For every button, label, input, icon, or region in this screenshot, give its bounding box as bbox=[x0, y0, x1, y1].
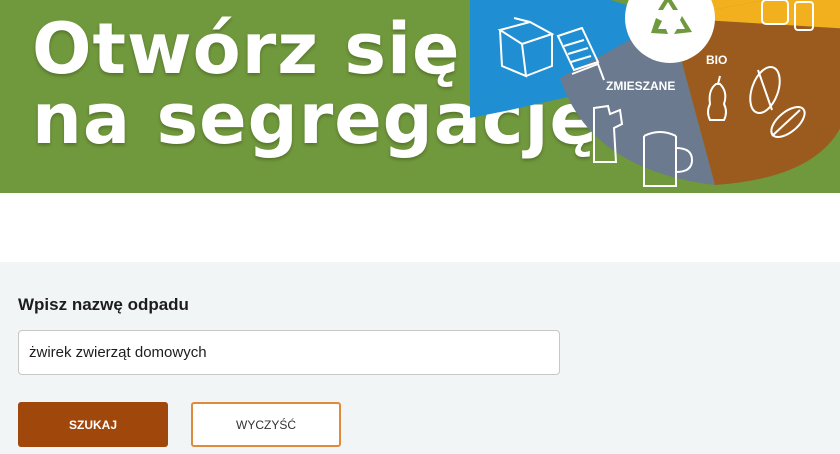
bio-label: BIO bbox=[706, 53, 727, 67]
search-input[interactable] bbox=[18, 330, 560, 375]
hero-banner: Otwórz się na segregację! ZMIESZANE BIO bbox=[0, 0, 840, 193]
search-form: Wpisz nazwę odpadu SZUKAJ WYCZYŚĆ bbox=[0, 262, 840, 454]
waste-categories-wheel: ZMIESZANE BIO bbox=[470, 0, 840, 187]
clear-button[interactable]: WYCZYŚĆ bbox=[191, 402, 341, 447]
mixed-label: ZMIESZANE bbox=[606, 79, 675, 93]
search-button[interactable]: SZUKAJ bbox=[18, 402, 168, 447]
search-label: Wpisz nazwę odpadu bbox=[18, 295, 189, 314]
